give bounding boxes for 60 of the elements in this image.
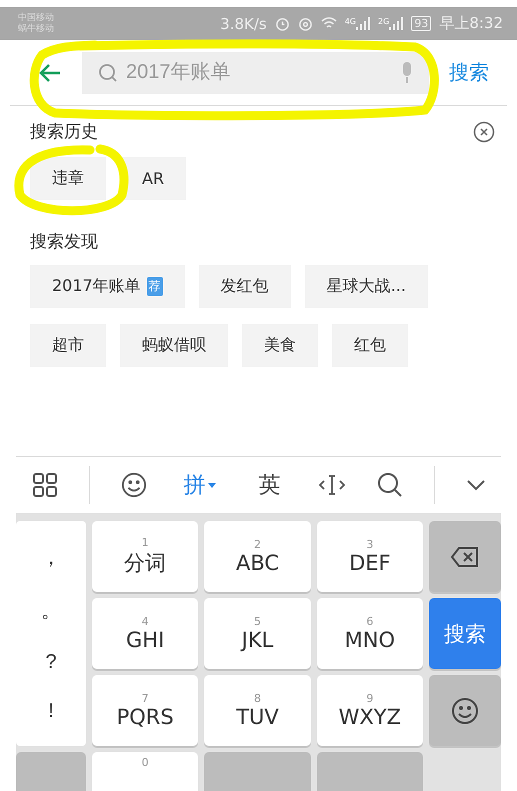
suggestion-chip[interactable]: 超市 — [30, 324, 106, 367]
signal-icon — [389, 17, 404, 30]
network-type: 2G — [378, 17, 390, 26]
emoji-key[interactable] — [429, 675, 501, 746]
chip-label: 蚂蚁借呗 — [142, 335, 206, 356]
alarm-icon — [274, 16, 290, 31]
keyboard-key[interactable]: 7 PQRS — [92, 675, 198, 746]
symbol-key[interactable]: ， — [35, 543, 67, 572]
section-title: 搜索发现 — [30, 231, 98, 253]
symbol-key[interactable]: ? — [39, 650, 63, 675]
keyboard-key[interactable]: 5 JKL — [204, 598, 311, 669]
grid-icon[interactable] — [32, 472, 58, 498]
suggestion-chip[interactable]: 美食 — [242, 324, 318, 367]
symbol-key[interactable]: 。 — [35, 596, 67, 626]
search-icon[interactable] — [376, 472, 402, 498]
search-key[interactable]: 搜索 — [429, 598, 501, 669]
delete-key[interactable] — [429, 521, 501, 592]
clock-time: 早上8:32 — [439, 14, 503, 33]
suggestion-chip[interactable]: 红包 — [332, 324, 408, 367]
recommend-badge: 荐 — [146, 277, 163, 296]
back-arrow-icon[interactable] — [38, 62, 62, 82]
input-mode-tab[interactable]: 拼 — [178, 469, 222, 501]
wifi-icon — [320, 17, 337, 30]
section-title: 搜索历史 — [30, 121, 98, 143]
history-chip[interactable]: 违章 — [30, 157, 106, 200]
search-field[interactable]: 2017年账单 — [82, 52, 429, 94]
caret-icon — [208, 482, 216, 488]
suggestion-chip[interactable]: 蚂蚁借呗 — [120, 324, 228, 367]
eye-icon — [298, 16, 313, 31]
chip-label: 红包 — [354, 335, 386, 356]
input-mode-tab[interactable]: 英 — [252, 469, 286, 501]
keyboard-key[interactable]: 2 ABC — [204, 521, 311, 592]
keyboard-key[interactable]: 6 MNO — [316, 598, 423, 669]
symbol-key[interactable]: ! — [42, 698, 60, 724]
chip-label: 超市 — [52, 335, 84, 356]
chevron-down-icon[interactable] — [466, 479, 486, 491]
keyboard-key[interactable]: 4 GHI — [92, 598, 198, 669]
chip-label: 发红包 — [220, 276, 269, 297]
suggestion-chip[interactable]: 星球大战... — [304, 265, 428, 308]
network-speed: 3.8K/s — [220, 14, 267, 32]
chip-label: 星球大战... — [326, 276, 406, 297]
chip-label: 2017年账单 — [52, 276, 141, 297]
keyboard-key[interactable]: 8 TUV — [204, 675, 311, 746]
suggestion-chip[interactable]: 发红包 — [198, 265, 291, 308]
suggestion-chip[interactable]: 2017年账单 荐 — [30, 265, 185, 308]
backspace-icon — [450, 546, 480, 568]
smiley-icon — [451, 696, 479, 724]
keyboard-key[interactable]: 3 DEF — [316, 521, 423, 592]
keyboard-key[interactable]: 9 WXYZ — [316, 675, 423, 746]
smiley-icon[interactable] — [120, 472, 146, 498]
clear-icon[interactable] — [473, 120, 495, 142]
search-button[interactable]: 搜索 — [449, 59, 489, 86]
text-cursor-icon[interactable] — [318, 473, 346, 497]
signal-icon — [356, 17, 370, 30]
search-input[interactable]: 2017年账单 — [124, 60, 395, 85]
chip-label: 美食 — [264, 335, 296, 356]
network-type: 4G — [344, 17, 356, 26]
search-icon — [98, 62, 118, 82]
keyboard-key[interactable]: 1 分词 — [92, 521, 198, 592]
battery-level: 93 — [411, 16, 432, 31]
